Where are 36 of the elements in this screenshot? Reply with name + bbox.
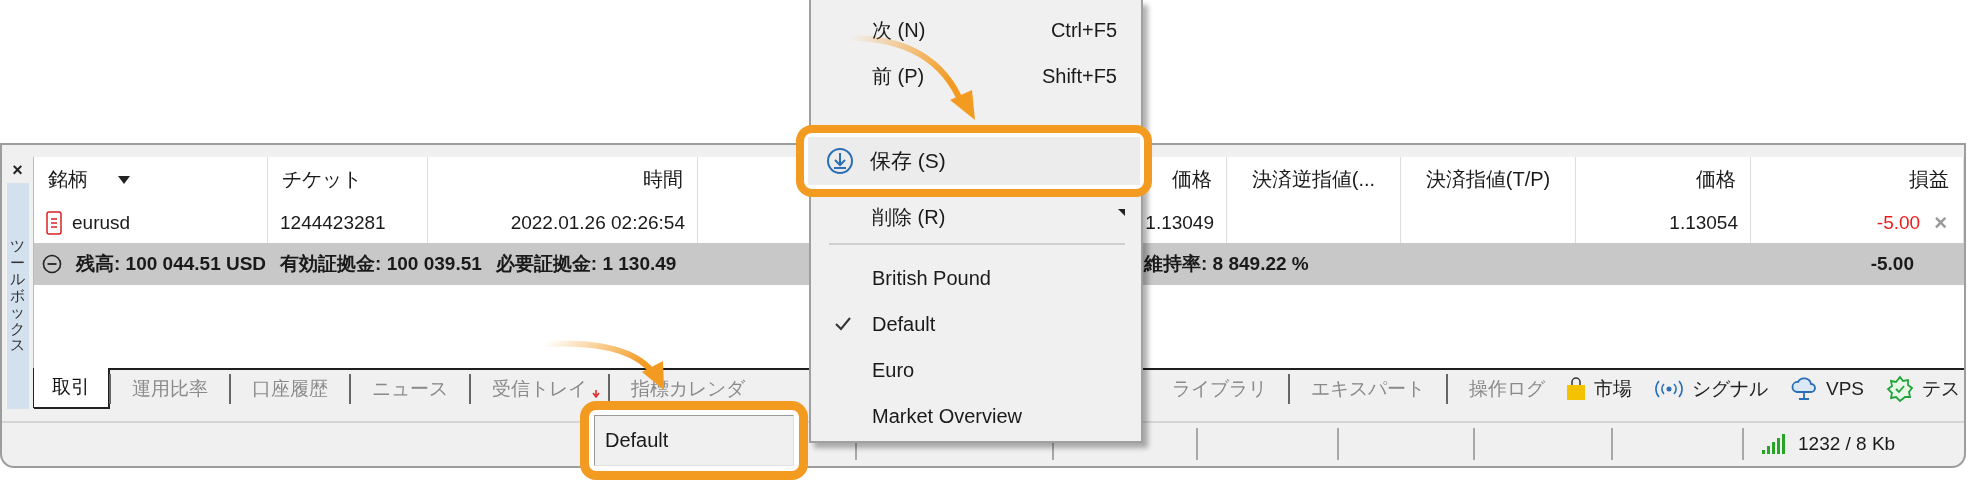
column-header[interactable]: 銘柄 — [34, 157, 268, 202]
collapse-icon[interactable] — [42, 254, 62, 274]
menu-item[interactable]: Euro — [811, 347, 1141, 393]
toolbox-side-tab[interactable]: ツールボックス — [6, 183, 29, 409]
column-header[interactable]: 時間 — [428, 157, 698, 202]
traffic-text: 1232 / 8 Kb — [1798, 433, 1896, 456]
summary-text: 維持率: 8 849.22 % — [1144, 252, 1309, 276]
menu-item[interactable]: 次 (N) Ctrl+F5 — [811, 7, 1141, 53]
column-header[interactable]: チケット — [268, 157, 428, 202]
summary-text: 残高: 100 044.51 USD — [76, 252, 267, 276]
cloud-icon — [1790, 375, 1818, 402]
menu-item[interactable]: 保存 (S) — [808, 137, 1140, 185]
column-header[interactable]: 価格 — [1576, 157, 1751, 202]
summary-text: 必要証拠金: 1 130.49 — [495, 252, 677, 276]
toolbar-button[interactable]: 市場 — [1566, 375, 1632, 402]
column-header[interactable]: 決済逆指値(... — [1227, 157, 1401, 202]
menu-item[interactable]: Market Overview — [811, 393, 1141, 439]
toolbar-button[interactable]: シグナル — [1654, 375, 1768, 402]
tab[interactable]: 取引 — [33, 367, 109, 408]
menu-item[interactable]: 前 (P) Shift+F5 — [811, 53, 1141, 99]
gear-icon — [1886, 374, 1915, 403]
download-icon — [826, 147, 854, 175]
menu-item[interactable]: British Pound — [811, 255, 1141, 301]
column-header[interactable]: 損益 — [1751, 157, 1964, 202]
summary-text: 有効証拠金: 100 039.51 — [280, 252, 482, 276]
toolbar-button[interactable]: VPS — [1790, 375, 1865, 402]
column-header[interactable]: 決済指値(T/P) — [1401, 157, 1576, 202]
shopping-bag-icon — [1566, 376, 1586, 401]
broadcast-icon — [1654, 379, 1684, 398]
signal-strength-icon — [1762, 434, 1786, 455]
menu-item[interactable]: Default — [811, 301, 1141, 347]
status-field: Default — [594, 415, 794, 466]
summary-profit: -5.00 — [1870, 253, 1915, 275]
close-button[interactable]: × — [6, 157, 29, 183]
toolbar-button[interactable]: テス — [1886, 374, 1961, 403]
document-icon — [46, 210, 62, 235]
